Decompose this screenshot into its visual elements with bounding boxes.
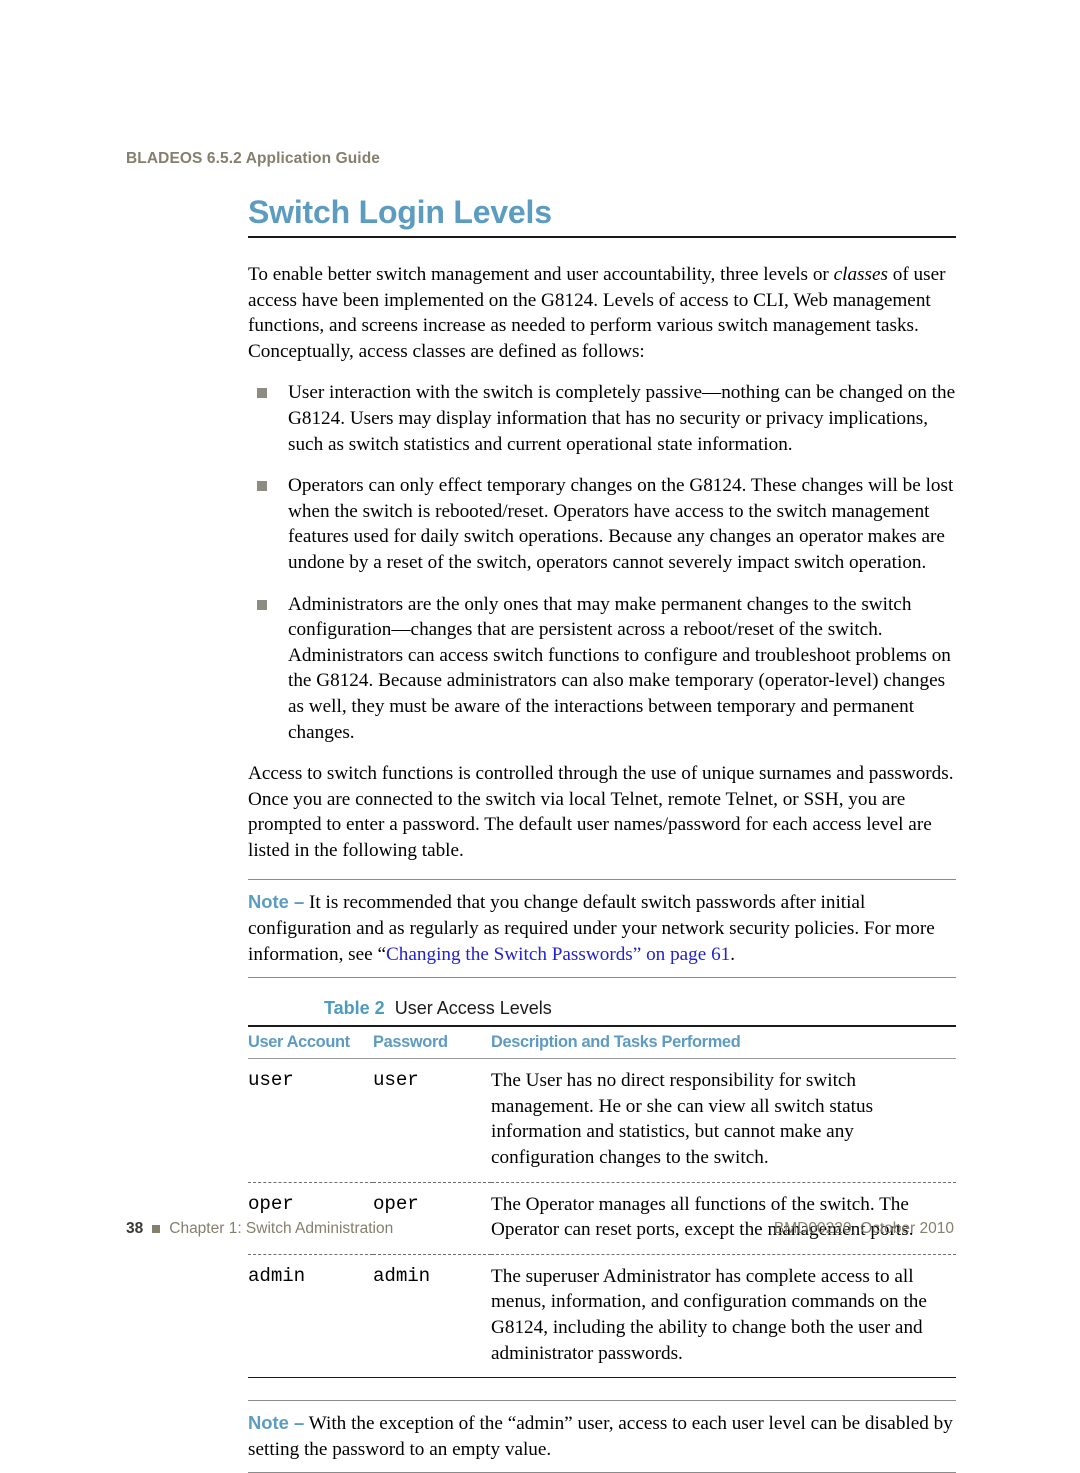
list-item-text: Administrators are the only ones that ma… (288, 593, 951, 743)
page-title: Switch Login Levels (248, 194, 552, 230)
table-row: admin admin The superuser Administrator … (248, 1254, 956, 1379)
cell-description: The User has no direct responsibility fo… (491, 1058, 956, 1183)
list-item-text: Operators can only effect temporary chan… (288, 475, 954, 573)
page-title-block: Switch Login Levels (248, 192, 956, 238)
list-item: Administrators are the only ones that ma… (248, 592, 956, 746)
title-divider (248, 236, 956, 238)
access-class-list: User interaction with the switch is comp… (248, 380, 956, 745)
column-header-description: Description and Tasks Performed (491, 1025, 956, 1060)
intro-italic-term: classes (833, 264, 888, 285)
user-access-levels-table: User Account Password Description and Ta… (248, 1025, 956, 1379)
intro-paragraph: To enable better switch management and u… (248, 262, 956, 364)
intro-text-part1: To enable better switch management and u… (248, 264, 834, 285)
table-number: Table 2 (324, 998, 385, 1019)
column-header-user-account: User Account (248, 1025, 373, 1060)
list-item-text: User interaction with the switch is comp… (288, 382, 956, 455)
square-separator-icon (152, 1225, 161, 1233)
square-bullet-icon (257, 481, 267, 492)
square-bullet-icon (257, 599, 267, 610)
page-footer: 38 Chapter 1: Switch Administration BMD0… (126, 1218, 954, 1240)
table-title: User Access Levels (394, 998, 552, 1019)
cell-account: user (248, 1058, 373, 1183)
note-text-after-link: . (730, 943, 736, 965)
access-control-paragraph: Access to switch functions is controlled… (248, 763, 954, 861)
cell-password: admin (373, 1254, 491, 1379)
note-label: Note – (248, 1412, 305, 1434)
column-header-password: Password (373, 1025, 491, 1060)
cell-account: admin (248, 1254, 373, 1379)
note-block-passwords: Note – It is recommended that you change… (248, 879, 956, 979)
list-item: Operators can only effect temporary chan… (248, 473, 956, 575)
cross-reference-link[interactable]: Changing the Switch Passwords” on page 6… (386, 944, 730, 965)
footer-left-group: 38 Chapter 1: Switch Administration (126, 1220, 393, 1238)
list-item: User interaction with the switch is comp… (248, 380, 956, 457)
cell-description: The superuser Administrator has complete… (491, 1254, 956, 1379)
footer-chapter-label: Chapter 1: Switch Administration (169, 1220, 394, 1237)
table-header-row: User Account Password Description and Ta… (248, 1025, 956, 1060)
table-caption: Table 2 User Access Levels (248, 998, 956, 1019)
note-label: Note – (248, 891, 305, 913)
content-column: To enable better switch management and u… (248, 262, 956, 1473)
table-row: user user The User has no direct respons… (248, 1058, 956, 1183)
note-text: With the exception of the “admin” user, … (248, 1413, 953, 1460)
cell-password: user (373, 1058, 491, 1183)
square-bullet-icon (257, 388, 267, 399)
footer-document-id: BMD00220, October 2010 (773, 1220, 954, 1237)
footer-page-number: 38 (126, 1220, 144, 1237)
note-block-empty-password: Note – With the exception of the “admin”… (248, 1400, 956, 1473)
running-header-title: BLADEOS 6.5.2 Application Guide (126, 150, 381, 167)
